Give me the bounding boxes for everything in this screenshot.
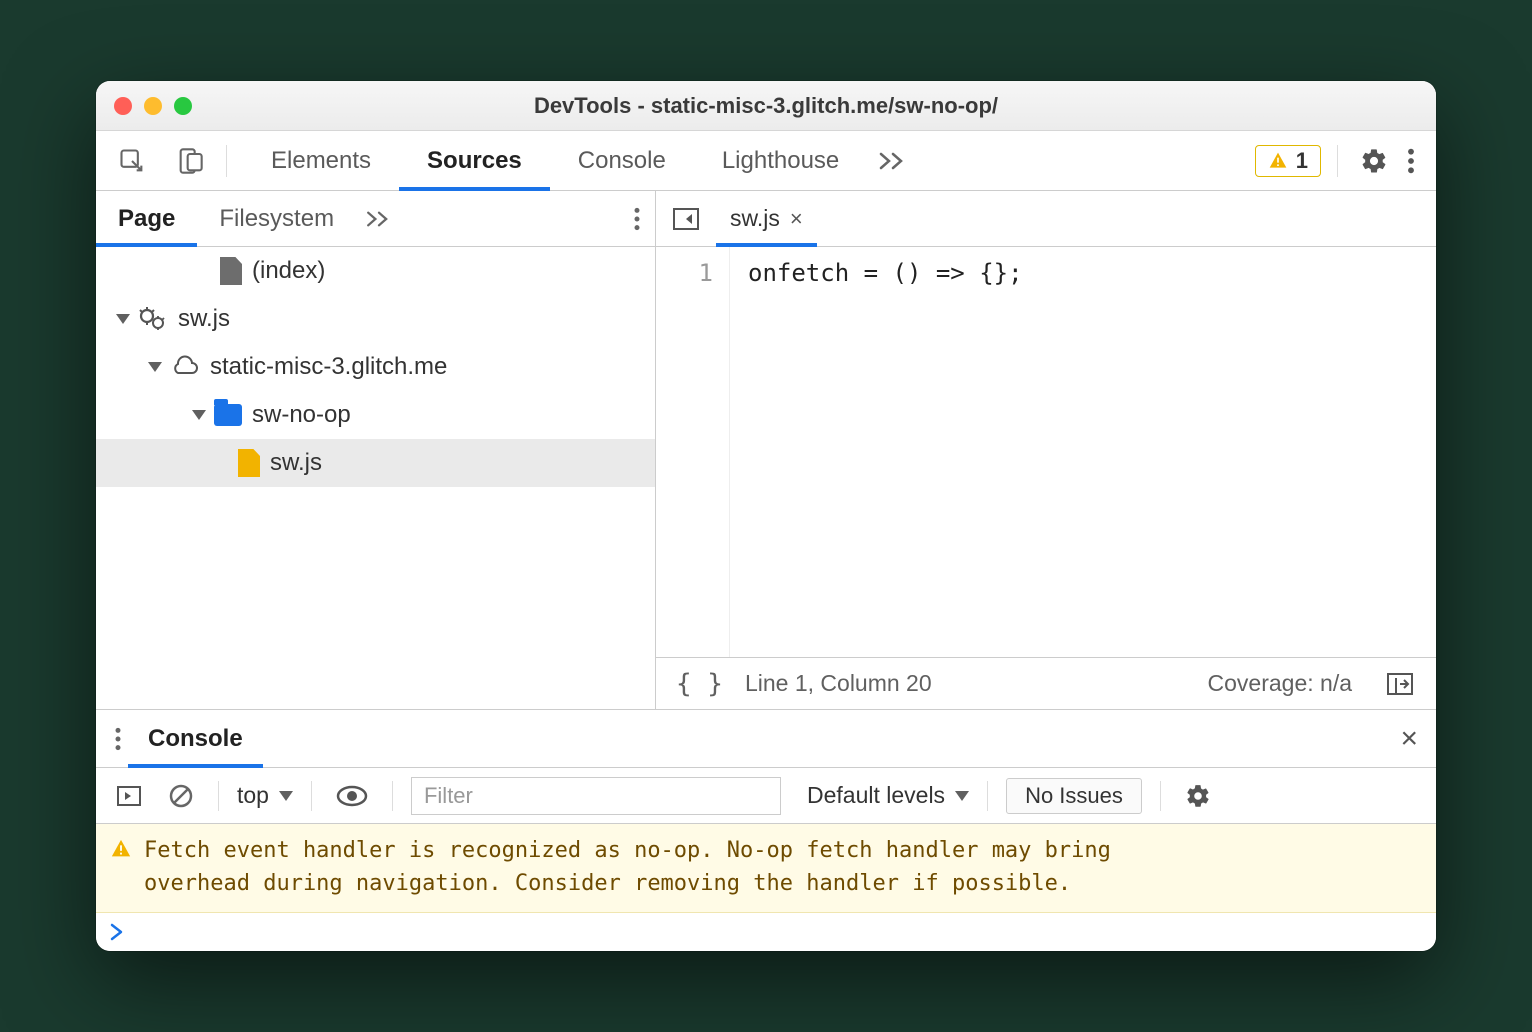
code-editor: sw.js × 1 onfetch = () => {}; { } Line 1… [656, 191, 1436, 709]
disclosure-triangle-icon [192, 410, 206, 420]
tab-console[interactable]: Console [550, 131, 694, 191]
tree-item-worker[interactable]: sw.js [96, 295, 655, 343]
editor-tab-label: sw.js [730, 205, 780, 232]
tree-label: sw.js [270, 449, 322, 477]
tree-item-origin[interactable]: static-misc-3.glitch.me [96, 343, 655, 391]
service-worker-icon [138, 306, 168, 332]
console-output: Fetch event handler is recognized as no-… [96, 824, 1436, 951]
toolbar-divider [226, 145, 227, 177]
code-area[interactable]: 1 onfetch = () => {}; [656, 247, 1436, 657]
devtools-window: DevTools - static-misc-3.glitch.me/sw-no… [96, 81, 1436, 951]
console-settings-icon[interactable] [1179, 777, 1217, 815]
sidebar-tab-page[interactable]: Page [96, 191, 197, 247]
console-prompt[interactable] [96, 913, 1436, 951]
issues-button[interactable]: No Issues [1006, 778, 1142, 814]
tree-item-file-selected[interactable]: sw.js [96, 439, 655, 487]
toggle-console-sidebar-icon[interactable] [110, 778, 150, 814]
chevrons-right-icon [366, 210, 392, 228]
toggle-navigator-icon[interactable] [666, 200, 708, 238]
minimize-window-button[interactable] [144, 97, 162, 115]
toggle-debugger-sidebar-icon[interactable] [1380, 665, 1422, 703]
close-tab-icon[interactable]: × [790, 206, 803, 232]
cloud-icon [170, 355, 200, 379]
log-levels-selector[interactable]: Default levels [807, 782, 969, 809]
device-toolbar-icon[interactable] [170, 141, 210, 181]
folder-icon [214, 404, 242, 426]
file-tree: (index) sw.js static-misc-3.glitch.me sw… [96, 247, 655, 709]
warnings-count: 1 [1296, 148, 1308, 174]
inspect-element-icon[interactable] [112, 141, 152, 181]
sources-panel: Page Filesystem (index) sw.js [96, 191, 1436, 710]
toolbar-divider [1337, 145, 1338, 177]
pretty-print-icon[interactable]: { } [670, 669, 729, 699]
close-drawer-icon[interactable]: × [1394, 716, 1424, 762]
panel-tabs: Elements Sources Console Lighthouse [243, 131, 919, 191]
zoom-window-button[interactable] [174, 97, 192, 115]
tab-lighthouse[interactable]: Lighthouse [694, 131, 867, 191]
disclosure-triangle-icon [116, 314, 130, 324]
sidebar-tabs: Page Filesystem [96, 191, 655, 247]
drawer-more-icon[interactable] [108, 720, 128, 758]
sources-sidebar: Page Filesystem (index) sw.js [96, 191, 656, 709]
tree-label: static-misc-3.glitch.me [210, 353, 447, 381]
chevrons-right-icon [879, 151, 907, 171]
close-window-button[interactable] [114, 97, 132, 115]
editor-tab-swjs[interactable]: sw.js × [716, 191, 817, 247]
more-options-icon[interactable] [1400, 141, 1422, 181]
caret-down-icon [279, 791, 293, 801]
console-toolbar: top Default levels No Issues [96, 768, 1436, 824]
line-gutter: 1 [656, 247, 730, 657]
editor-statusbar: { } Line 1, Column 20 Coverage: n/a [656, 657, 1436, 709]
warning-triangle-icon [1268, 151, 1288, 171]
clear-console-icon[interactable] [162, 777, 200, 815]
tree-label: sw.js [178, 305, 230, 333]
line-number: 1 [656, 259, 713, 287]
cursor-position: Line 1, Column 20 [745, 670, 932, 697]
code-content: onfetch = () => {}; [730, 247, 1023, 657]
live-expression-icon[interactable] [330, 779, 374, 813]
document-icon [220, 257, 242, 285]
drawer-tab-console[interactable]: Console [128, 710, 263, 768]
tree-item-folder[interactable]: sw-no-op [96, 391, 655, 439]
settings-icon[interactable] [1354, 141, 1394, 181]
tab-sources[interactable]: Sources [399, 131, 550, 191]
prompt-chevron-icon [110, 923, 124, 941]
tree-label: sw-no-op [252, 401, 351, 429]
levels-label: Default levels [807, 782, 945, 809]
execution-context-selector[interactable]: top [237, 782, 293, 809]
tabs-overflow[interactable] [867, 131, 919, 191]
tree-label: (index) [252, 257, 325, 285]
sidebar-more-icon[interactable] [627, 200, 647, 238]
console-warning-row[interactable]: Fetch event handler is recognized as no-… [96, 824, 1436, 913]
sidebar-tabs-overflow[interactable] [356, 191, 402, 247]
coverage-status: Coverage: n/a [1208, 670, 1352, 697]
tab-elements[interactable]: Elements [243, 131, 399, 191]
js-file-icon [238, 449, 260, 477]
context-label: top [237, 782, 269, 809]
drawer-tabs: Console × [96, 710, 1436, 768]
disclosure-triangle-icon [148, 362, 162, 372]
tree-item-index[interactable]: (index) [96, 247, 655, 295]
warnings-badge[interactable]: 1 [1255, 145, 1321, 177]
warning-triangle-icon [110, 838, 132, 900]
titlebar: DevTools - static-misc-3.glitch.me/sw-no… [96, 81, 1436, 131]
sidebar-tab-filesystem[interactable]: Filesystem [197, 191, 356, 247]
editor-tabs: sw.js × [656, 191, 1436, 247]
console-filter-input[interactable] [411, 777, 781, 815]
window-title: DevTools - static-misc-3.glitch.me/sw-no… [96, 93, 1436, 119]
caret-down-icon [955, 791, 969, 801]
window-controls [114, 97, 192, 115]
code-line: onfetch = () => {}; [748, 259, 1023, 287]
warning-message: Fetch event handler is recognized as no-… [144, 834, 1204, 900]
main-toolbar: Elements Sources Console Lighthouse 1 [96, 131, 1436, 191]
